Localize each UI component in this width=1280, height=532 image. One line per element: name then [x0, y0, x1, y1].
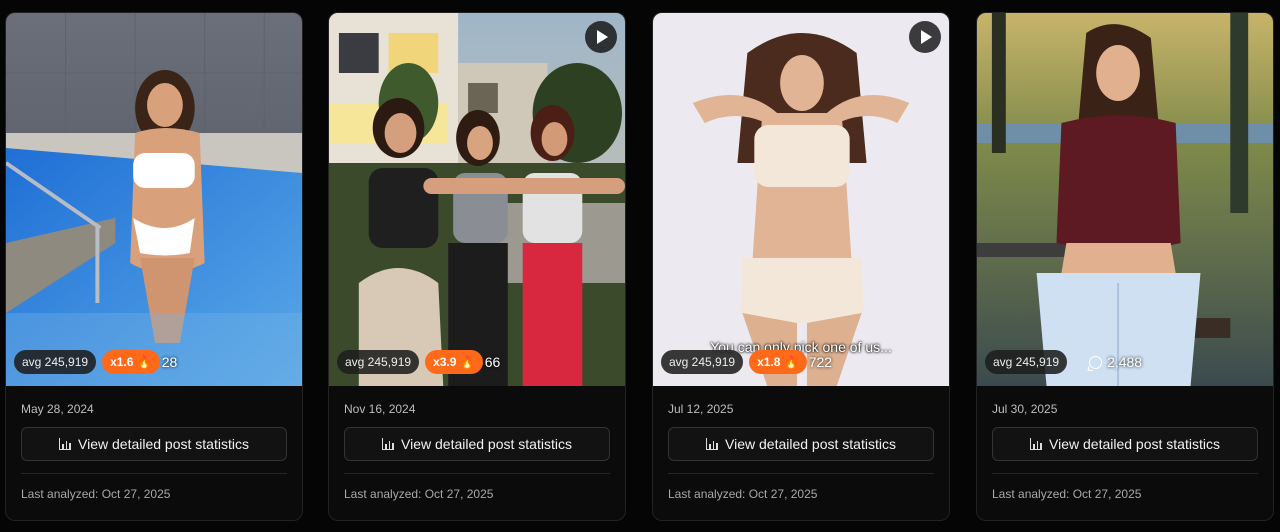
post-card[interactable]: avg 245,919 x1.6 🔥 28 May 28, 2024 View … — [5, 12, 303, 521]
comment-count: 722 — [809, 354, 832, 370]
post-card[interactable]: avg 245,919 x3.9 🔥 66 Nov 16, 2024 View … — [328, 12, 626, 521]
thumbnail-image — [329, 13, 625, 386]
post-date: Nov 16, 2024 — [344, 402, 416, 416]
last-analyzed-text: Last analyzed: Oct 27, 2025 — [21, 487, 171, 501]
last-analyzed-text: Last analyzed: Oct 27, 2025 — [668, 487, 818, 501]
post-thumbnail[interactable]: You can only pick one of us... avg 245,9… — [653, 13, 949, 386]
post-card[interactable]: avg 245,919 2,488 Jul 30, 2025 View deta… — [976, 12, 1274, 521]
post-thumbnail[interactable]: avg 245,919 2,488 — [977, 13, 1273, 386]
thumbnail-image — [977, 13, 1273, 386]
post-card-row: avg 245,919 x1.6 🔥 28 May 28, 2024 View … — [0, 0, 1280, 532]
comment-count-text: 722 — [808, 354, 833, 370]
thumbnail-image — [6, 13, 302, 386]
view-post-statistics-button[interactable]: View detailed post statistics — [344, 427, 610, 461]
last-analyzed-text: Last analyzed: Oct 27, 2025 — [344, 487, 494, 501]
comment-count-text: 66 — [484, 354, 501, 370]
thumbnail-image — [653, 13, 949, 386]
post-date: Jul 30, 2025 — [992, 402, 1058, 416]
play-button[interactable] — [909, 21, 941, 53]
stats-overlay: avg 245,919 x1.6 🔥 28 — [14, 350, 177, 374]
divider — [668, 473, 934, 474]
comment-count: 66 — [485, 354, 501, 370]
play-icon — [921, 30, 932, 44]
post-date: Jul 12, 2025 — [668, 402, 734, 416]
comment-count: 28 — [162, 354, 178, 370]
view-post-statistics-button[interactable]: View detailed post statistics — [21, 427, 287, 461]
average-badge: avg 245,919 — [337, 350, 420, 374]
comment-icon — [1089, 355, 1103, 369]
button-label: View detailed post statistics — [1049, 436, 1220, 452]
stats-overlay: avg 245,919 x3.9 🔥 66 — [337, 350, 500, 374]
stats-overlay: avg 245,919 x1.8 🔥 722 — [661, 350, 832, 374]
last-analyzed-text: Last analyzed: Oct 27, 2025 — [992, 487, 1142, 501]
multiplier-badge: x3.9 🔥 — [425, 350, 483, 374]
average-badge: avg 245,919 — [661, 350, 744, 374]
average-badge: avg 245,919 — [14, 350, 97, 374]
divider — [344, 473, 610, 474]
button-label: View detailed post statistics — [725, 436, 896, 452]
divider — [992, 473, 1258, 474]
view-post-statistics-button[interactable]: View detailed post statistics — [992, 427, 1258, 461]
view-post-statistics-button[interactable]: View detailed post statistics — [668, 427, 934, 461]
post-thumbnail[interactable]: avg 245,919 x1.6 🔥 28 — [6, 13, 302, 386]
play-icon — [597, 30, 608, 44]
comment-count-text: 2,488 — [1107, 354, 1143, 370]
average-badge: avg 245,919 — [985, 350, 1068, 374]
bar-chart-icon — [382, 438, 395, 450]
post-date: May 28, 2024 — [21, 402, 94, 416]
comment-count-text: 28 — [161, 354, 178, 370]
bar-chart-icon — [59, 438, 72, 450]
bar-chart-icon — [706, 438, 719, 450]
stats-overlay: avg 245,919 2,488 — [985, 350, 1142, 374]
comment-count: 2,488 — [1089, 354, 1142, 370]
post-card[interactable]: You can only pick one of us... avg 245,9… — [652, 12, 950, 521]
button-label: View detailed post statistics — [78, 436, 249, 452]
divider — [21, 473, 287, 474]
play-button[interactable] — [585, 21, 617, 53]
post-thumbnail[interactable]: avg 245,919 x3.9 🔥 66 — [329, 13, 625, 386]
bar-chart-icon — [1030, 438, 1043, 450]
button-label: View detailed post statistics — [401, 436, 572, 452]
multiplier-badge: x1.6 🔥 — [102, 350, 160, 374]
multiplier-badge: x1.8 🔥 — [749, 350, 807, 374]
